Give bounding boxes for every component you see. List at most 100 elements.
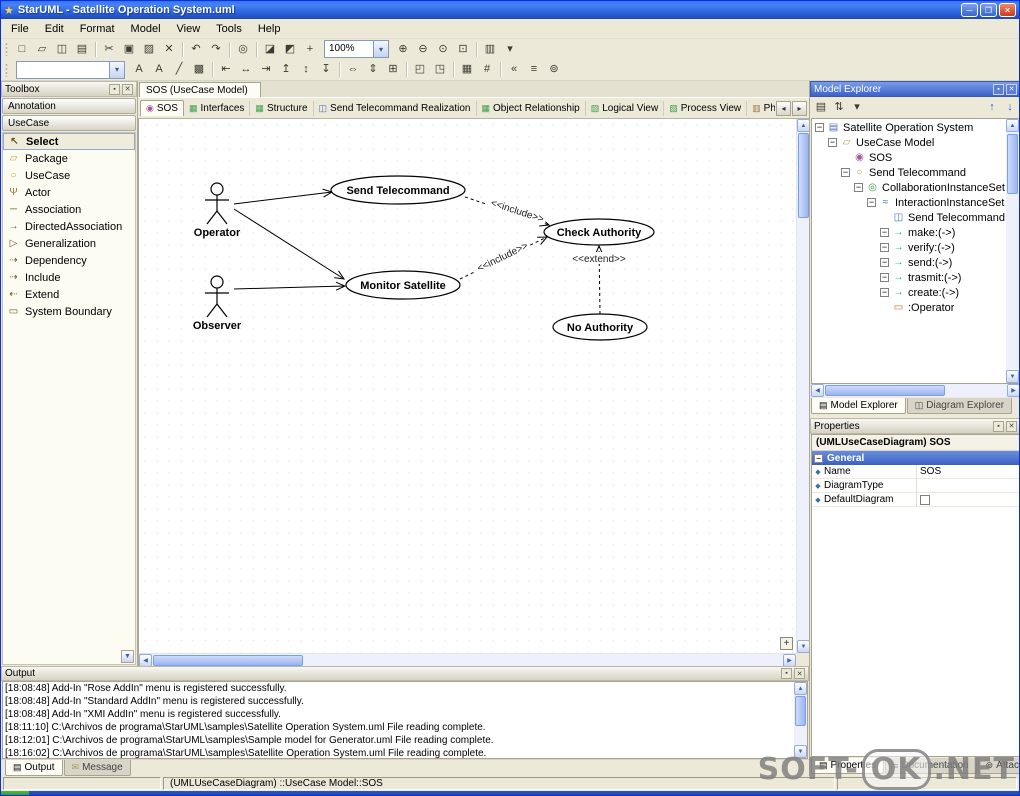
tb-align-top[interactable]: ↥	[276, 61, 296, 78]
expander-icon[interactable]	[880, 287, 889, 298]
menu-file[interactable]: File	[3, 21, 37, 37]
menu-edit[interactable]: Edit	[37, 21, 72, 37]
scroll-up-icon[interactable]: ▲	[1006, 119, 1019, 132]
menu-model[interactable]: Model	[123, 21, 169, 37]
toolbox-item-generalization[interactable]: ▷ Generalization	[3, 235, 135, 252]
tb-zoom-fit[interactable]: ⊡	[453, 41, 473, 58]
tb-zoom-actual[interactable]: ⊙	[433, 41, 453, 58]
tb-redo[interactable]: ↷	[206, 41, 226, 58]
tb-same-height[interactable]: ⇕	[363, 61, 383, 78]
tb-find[interactable]: ◎	[233, 41, 253, 58]
diagram-canvas[interactable]: <<include>> <<include>> <<extend>> Opera…	[138, 119, 809, 666]
menu-view[interactable]: View	[169, 21, 209, 37]
tb-attachment[interactable]: ⊚	[544, 61, 564, 78]
canvas-hscroll[interactable]: ◀ ▶	[139, 653, 796, 666]
usecase-send-telecommand[interactable]: Send Telecommand	[330, 175, 466, 205]
tree-node-make[interactable]: → make:(->)	[813, 225, 1005, 240]
tb-open[interactable]: ▱	[32, 41, 52, 58]
diagram-tab-physical-view[interactable]: ▥ Physical View	[747, 101, 775, 116]
pin-icon[interactable]: ▪	[993, 420, 1004, 432]
expander-icon[interactable]	[880, 242, 889, 253]
property-name[interactable]: ◆ Name SOS	[812, 465, 1019, 479]
diagram-tab-process-view[interactable]: ▧ Process View	[664, 100, 748, 116]
menu-tools[interactable]: Tools	[208, 21, 250, 37]
tb-same-width[interactable]: ⇔	[343, 61, 363, 78]
collapse-icon[interactable]: −	[814, 453, 823, 463]
tb-print[interactable]: ▤	[72, 41, 92, 58]
toolbox-item-dependency[interactable]: ⇢ Dependency	[3, 252, 135, 269]
scroll-up-icon[interactable]: ▲	[794, 682, 807, 695]
tree-node-verify[interactable]: → verify:(->)	[813, 240, 1005, 255]
toolbox-item-usecase[interactable]: ○ UseCase	[3, 167, 135, 184]
scroll-right-icon[interactable]: ▶	[1007, 384, 1019, 397]
tree-node-usecase-model[interactable]: ▱ UseCase Model	[813, 135, 1005, 150]
tb-zoom-out[interactable]: ⊖	[413, 41, 433, 58]
association-operator-sendtelecommand[interactable]	[233, 188, 334, 205]
close-button[interactable]: ✕	[999, 3, 1016, 17]
close-icon[interactable]: ✕	[794, 668, 805, 679]
tb-copy[interactable]: ▣	[119, 41, 139, 58]
tb-font-color[interactable]: A	[149, 61, 169, 78]
me-sort-alpha[interactable]: ⇅	[830, 100, 848, 116]
tb-dropdown[interactable]: ▾	[500, 41, 520, 58]
expander-icon[interactable]	[867, 197, 876, 208]
expander-icon[interactable]	[841, 167, 850, 178]
tb-zoom-in[interactable]: ⊕	[393, 41, 413, 58]
tab-message[interactable]: ✉ Message	[63, 760, 131, 776]
tb-fill-color[interactable]: ▩	[189, 61, 209, 78]
tree-node-trasmit[interactable]: → trasmit:(->)	[813, 270, 1005, 285]
toolbox-item-association[interactable]: ─ Association	[3, 201, 135, 218]
me-flat-view[interactable]: ▤	[812, 100, 830, 116]
tb-bring-to-front[interactable]: ◰	[410, 61, 430, 78]
scroll-up-icon[interactable]: ▲	[797, 119, 809, 132]
toolbox-item-include[interactable]: ⇢ Include	[3, 269, 135, 286]
menu-help[interactable]: Help	[250, 21, 289, 37]
toolbox-item-actor[interactable]: Ψ Actor	[3, 184, 135, 201]
tb-align-right[interactable]: ⇥	[256, 61, 276, 78]
toolbox-item-select[interactable]: ↖ Select	[3, 133, 135, 150]
tb-new[interactable]: □	[12, 41, 32, 58]
tb-font[interactable]: A	[129, 61, 149, 78]
tb-delete[interactable]: ✕	[159, 41, 179, 58]
usecase-check-authority[interactable]: Check Authority	[543, 218, 655, 246]
tb-documentation[interactable]: ≡	[524, 61, 544, 78]
tb-stereotype[interactable]: «	[504, 61, 524, 78]
title-bar[interactable]: ★ StarUML - Satellite Operation System.u…	[1, 1, 1019, 19]
tree-node-interactioninstanceset1[interactable]: ≈ InteractionInstanceSet1	[813, 195, 1005, 210]
pin-icon[interactable]: ▪	[109, 83, 120, 95]
toolbar-grip[interactable]	[5, 42, 8, 56]
scroll-right-icon[interactable]: ▶	[783, 654, 796, 666]
output-log[interactable]: [18:08:48] Add-In "Rose AddIn" menu is r…	[2, 681, 808, 759]
usecase-no-authority[interactable]: No Authority	[552, 313, 648, 341]
scroll-left-icon[interactable]: ◀	[811, 384, 824, 397]
usecase-monitor-satellite[interactable]: Monitor Satellite	[345, 270, 461, 300]
toolbox-item-package[interactable]: ▱ Package	[3, 150, 135, 167]
tb-align-left[interactable]: ⇤	[216, 61, 236, 78]
tb-align-middle[interactable]: ↕	[296, 61, 316, 78]
association-observer-monitorsatellite[interactable]	[233, 281, 347, 291]
scroll-thumb[interactable]	[153, 655, 303, 666]
expander-icon[interactable]	[880, 257, 889, 268]
tree-node-sos[interactable]: ◉ SOS	[813, 150, 1005, 165]
tree-hscroll[interactable]: ◀ ▶	[811, 384, 1019, 397]
toolbox-item-extend[interactable]: ⇠ Extend	[3, 286, 135, 303]
me-display-options[interactable]: ▾	[848, 100, 866, 116]
expander-icon[interactable]	[880, 272, 889, 283]
actor-observer[interactable]: Observer	[193, 275, 242, 332]
canvas-vscroll[interactable]: ▲ ▼	[796, 119, 809, 653]
actor-operator[interactable]: Operator	[194, 182, 241, 239]
tb-same-size[interactable]: ⊞	[383, 61, 403, 78]
tb-paste[interactable]: ▨	[139, 41, 159, 58]
scroll-thumb[interactable]	[825, 385, 945, 396]
maximize-button[interactable]: ❐	[980, 3, 997, 17]
scroll-left-icon[interactable]: ◀	[139, 654, 152, 666]
tb-save[interactable]: ◫	[52, 41, 72, 58]
diagram-tab-send-telecommand-realization[interactable]: ◫ Send Telecommand Realization	[314, 100, 477, 116]
tree-node-send-telecommand[interactable]: ○ Send Telecommand	[813, 165, 1005, 180]
tab-diagram-explorer[interactable]: ◫ Diagram Explorer	[906, 398, 1013, 414]
toolbox-group-usecase[interactable]: UseCase	[2, 115, 136, 131]
me-move-up[interactable]: ↑	[983, 100, 1001, 116]
scroll-down-icon[interactable]: ▼	[1006, 370, 1019, 383]
tree-node-operator[interactable]: ▭ :Operator	[813, 300, 1005, 315]
expander-icon[interactable]	[854, 182, 863, 193]
